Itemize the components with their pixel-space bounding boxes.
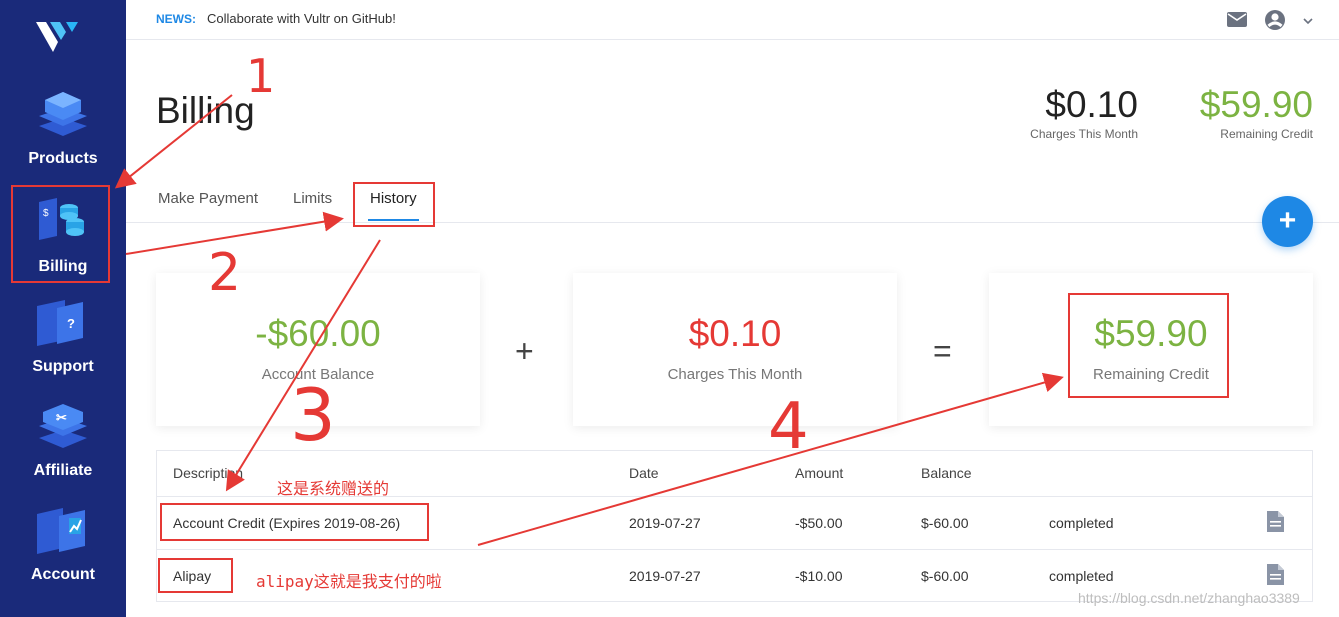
charges-month-card-value: $0.10 [688,313,782,354]
annotation-box-alipay [158,558,233,593]
news-label: NEWS: [156,12,196,26]
sidebar-item-products[interactable]: Products [0,88,126,188]
row-status: completed [1049,568,1114,584]
chevron-down-icon[interactable] [1302,13,1314,31]
invoice-document-icon[interactable] [1267,564,1284,590]
row-balance: $-60.00 [921,568,969,584]
products-stack-icon [35,88,91,140]
column-header-description: Description [173,465,244,481]
annotation-box-history [353,182,435,227]
sidebar-item-label: Affiliate [33,462,93,479]
column-header-date: Date [629,465,659,481]
affiliate-scissors-icon: ✂ [35,400,91,452]
row-amount: -$50.00 [795,515,843,531]
annotation-note-alipay: alipay这就是我支付的啦 [256,572,442,591]
column-header-balance: Balance [921,465,972,481]
annotation-box-billing [11,185,110,283]
news-link[interactable]: Collaborate with Vultr on GitHub! [207,11,396,26]
sidebar-item-label: Products [28,150,98,167]
remaining-credit-value: $59.90 [1199,84,1313,125]
row-status: completed [1049,515,1114,531]
charges-month-label: Charges This Month [1030,127,1138,141]
top-bar: NEWS: Collaborate with Vultr on GitHub! [126,0,1339,40]
account-balance-value: -$60.00 [255,313,381,354]
row-balance: $-60.00 [921,515,969,531]
account-chart-icon [35,504,91,556]
plus-operator: + [515,333,534,369]
invoice-document-icon[interactable] [1267,511,1284,537]
row-date: 2019-07-27 [629,568,701,584]
mail-icon[interactable] [1226,9,1248,34]
sidebar-item-account[interactable]: Account [0,504,126,604]
sidebar-item-affiliate[interactable]: ✂ Affiliate [0,400,126,500]
account-balance-card: -$60.00 Account Balance [156,273,480,426]
svg-text:?: ? [67,316,75,331]
tabs-divider [126,222,1339,223]
watermark-text: https://blog.csdn.net/zhanghao3389 [1078,590,1300,606]
sidebar-item-label: Account [31,566,95,583]
tab-limits[interactable]: Limits [293,190,332,207]
equals-operator: = [933,333,952,369]
annotation-box-account-credit [160,503,429,541]
sidebar-item-support[interactable]: ? Support [0,296,126,396]
remaining-credit-label: Remaining Credit [1220,127,1313,141]
vultr-logo[interactable] [36,18,80,58]
tab-make-payment[interactable]: Make Payment [158,190,258,207]
charges-month-card: $0.10 Charges This Month [573,273,897,426]
sidebar-item-label: Support [32,358,94,375]
row-amount: -$10.00 [795,568,843,584]
annotation-box-remaining-credit [1068,293,1229,398]
support-question-icon: ? [35,296,91,348]
svg-text:✂: ✂ [56,410,67,425]
charges-month-card-label: Charges This Month [667,366,803,383]
column-header-amount: Amount [795,465,844,481]
charges-month-value: $0.10 [1045,84,1138,125]
add-button[interactable]: + [1262,196,1313,247]
plus-icon: + [1278,204,1297,237]
user-avatar-icon[interactable] [1264,9,1286,36]
sidebar: Products $ Billing ? Support ✂ Affiliate… [0,0,126,617]
row-date: 2019-07-27 [629,515,701,531]
page-title: Billing [156,90,255,131]
account-balance-label: Account Balance [261,366,375,383]
annotation-note-system-credit: 这是系统赠送的 [277,479,390,498]
